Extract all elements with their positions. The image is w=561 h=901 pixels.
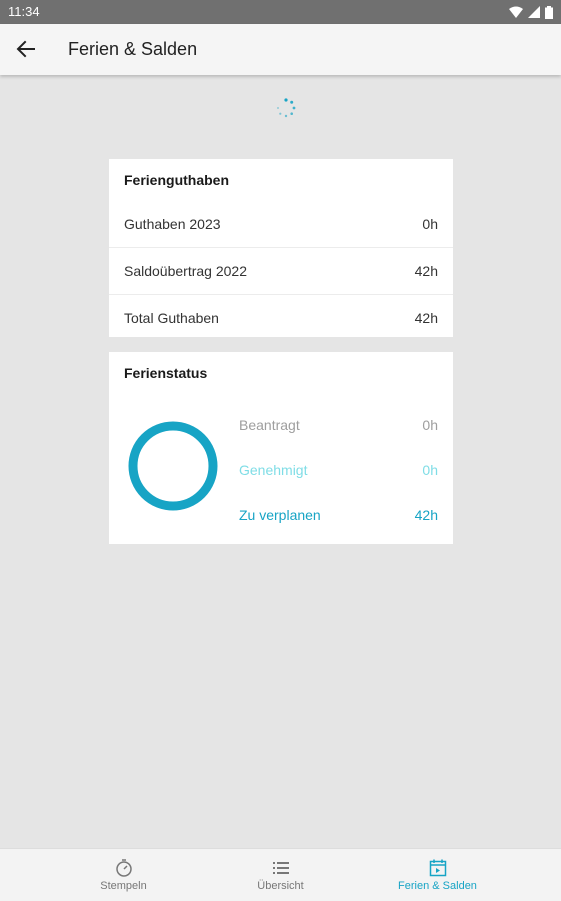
ferienstatus-title: Ferienstatus [124,365,208,381]
signal-icon [528,6,540,18]
arrow-left-icon [16,40,35,58]
page-title: Ferien & Salden [68,39,198,59]
row-label: Guthaben 2023 [124,216,221,232]
legend-label: Genehmigt [239,462,308,478]
status-icons [509,5,553,19]
bottom-navigation: Stempeln Übersicht Ferien & Salden [0,848,561,901]
legend-label: Beantragt [239,417,300,433]
legend-genehmigt: Genehmigt 0h [239,460,438,480]
battery-icon [545,5,553,19]
list-icon [272,862,289,874]
loading-spinner-icon [277,98,296,118]
legend-zu-verplanen: Zu verplanen 42h [239,505,438,525]
calendar-icon [429,859,446,877]
status-time: 11:34 [8,4,40,19]
legend-value: 42h [414,507,438,523]
legend-value: 0h [422,417,438,433]
back-button[interactable] [8,31,44,67]
row-value: 42h [414,310,438,326]
legend-beantragt: Beantragt 0h [239,415,438,435]
row-label: Saldoübertrag 2022 [124,263,247,279]
total-guthaben-row: Total Guthaben 42h [109,294,453,341]
legend-value: 0h [422,462,438,478]
legend-label: Zu verplanen [239,507,321,523]
row-value: 0h [422,216,438,232]
ferienguthaben-title: Ferienguthaben [124,172,230,188]
row-label: Total Guthaben [124,310,219,326]
nav-item-ferien-salden[interactable]: Ferien & Salden [344,849,531,901]
ferienstatus-donut-chart [128,421,218,511]
ferienguthaben-card: Ferienguthaben Guthaben 2023 0h Saldoübe… [109,159,453,337]
guthaben-row: Guthaben 2023 0h [109,201,453,247]
status-bar: 11:34 [0,0,561,24]
wifi-icon [509,6,523,18]
app-bar: Ferien & Salden [0,24,561,75]
nav-label: Ferien & Salden [398,880,477,892]
stopwatch-icon [115,859,132,877]
row-value: 42h [414,263,438,279]
saldouebertrag-row: Saldoübertrag 2022 42h [109,247,453,294]
ferienstatus-card: Ferienstatus Beantragt 0h Genehmigt 0h Z… [109,352,453,544]
